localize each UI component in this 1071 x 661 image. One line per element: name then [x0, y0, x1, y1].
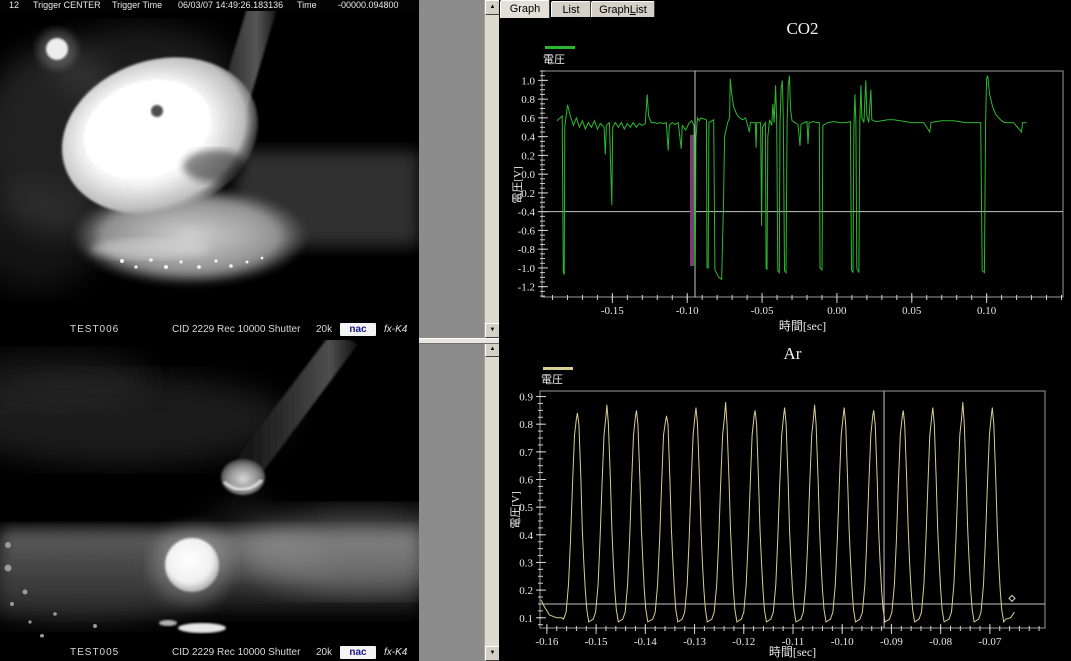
- svg-text:-0.10: -0.10: [676, 305, 699, 317]
- ar-plot[interactable]: -0.16 -0.15 -0.14 -0.13 -0.12 -0.11 -0.10 -0.09…: [499, 340, 1071, 661]
- time-label: Time: [297, 0, 317, 11]
- tab-graphlist-label: Graph: [599, 4, 630, 16]
- svg-text:-0.07: -0.07: [978, 636, 1001, 648]
- svg-text:0.6: 0.6: [521, 113, 535, 125]
- splitter-gutter: ▲ ▼ ▲ ▼: [419, 0, 499, 661]
- svg-text:-0.12: -0.12: [732, 636, 755, 648]
- frame-number: 12: [9, 0, 19, 11]
- video-status-bar-bottom: TEST005 CID 2229 Rec 10000 Shutter 20k n…: [0, 645, 419, 661]
- svg-text:-1.2: -1.2: [518, 282, 535, 294]
- shutter-value: 20k: [316, 322, 332, 337]
- test-id: TEST006: [70, 322, 119, 337]
- svg-text:0.4: 0.4: [521, 132, 535, 144]
- scrollbar-bottom[interactable]: ▲ ▼: [484, 342, 499, 661]
- svg-text:0.7: 0.7: [519, 447, 533, 459]
- nac-logo: nac: [340, 323, 376, 336]
- welding-video-frame-top: [0, 11, 419, 322]
- camera-model: fx-K4: [384, 322, 407, 337]
- tab-graph-label: Graph: [510, 3, 541, 15]
- recording-info: CID 2229 Rec 10000 Shutter: [172, 645, 300, 660]
- test-id: TEST005: [70, 645, 119, 660]
- tab-graphlist[interactable]: GraphList: [591, 1, 655, 18]
- svg-text:0.9: 0.9: [519, 392, 533, 404]
- panel-divider[interactable]: [419, 338, 499, 344]
- svg-text:-0.15: -0.15: [601, 305, 624, 317]
- scroll-down-button[interactable]: ▼: [485, 646, 500, 661]
- svg-text:-0.09: -0.09: [880, 636, 903, 648]
- svg-text:-0.2: -0.2: [518, 188, 535, 200]
- trigger-time-value: 06/03/07 14:49:26.183136: [178, 0, 283, 11]
- svg-text:0.4: 0.4: [519, 530, 533, 542]
- tab-graph[interactable]: Graph: [500, 0, 550, 18]
- scrollbar-top[interactable]: ▲ ▼: [484, 0, 499, 338]
- video-status-bar-top: TEST006 CID 2229 Rec 10000 Shutter 20k n…: [0, 322, 419, 340]
- ar-chart-panel: Ar 電圧 電圧[V] 時間[sec] -0.16-0.15-0.14-0.13…: [499, 340, 1071, 661]
- scroll-up-button[interactable]: ▲: [485, 342, 500, 357]
- svg-text:-0.08: -0.08: [929, 636, 952, 648]
- svg-text:-0.05: -0.05: [751, 305, 774, 317]
- svg-text:-0.16: -0.16: [535, 636, 558, 648]
- svg-text:0.2: 0.2: [519, 585, 533, 597]
- chart-area: CO2 電圧 電圧[V] 時間[sec] -0.15-0.10-0.050.00…: [499, 17, 1071, 661]
- scroll-up-icon: ▲: [490, 4, 496, 10]
- scroll-up-button[interactable]: ▲: [485, 0, 500, 15]
- svg-text:0.5: 0.5: [519, 502, 533, 514]
- svg-text:0.0: 0.0: [521, 169, 535, 181]
- svg-text:-0.6: -0.6: [518, 225, 536, 237]
- svg-text:0.00: 0.00: [827, 305, 847, 317]
- svg-text:-0.13: -0.13: [683, 636, 706, 648]
- svg-text:-0.10: -0.10: [831, 636, 854, 648]
- co2-chart-panel: CO2 電圧 電圧[V] 時間[sec] -0.15-0.10-0.050.00…: [499, 17, 1071, 340]
- svg-text:0.05: 0.05: [902, 305, 922, 317]
- scroll-down-icon: ▼: [490, 650, 496, 656]
- welding-video-frame-bottom: [0, 340, 419, 645]
- svg-text:0.8: 0.8: [519, 419, 533, 431]
- trigger-time-label: Trigger Time: [112, 0, 162, 11]
- trigger-mode: Trigger CENTER: [33, 0, 101, 11]
- svg-text:0.3: 0.3: [519, 557, 533, 569]
- video-overlay-bar: 12 Trigger CENTER Trigger Time 06/03/07 …: [0, 0, 419, 11]
- svg-text:0.2: 0.2: [521, 150, 535, 162]
- scroll-up-icon: ▲: [490, 346, 496, 352]
- camera-model: fx-K4: [384, 645, 407, 660]
- shutter-value: 20k: [316, 645, 332, 660]
- tab-list[interactable]: List: [551, 1, 591, 18]
- scroll-down-icon: ▼: [490, 327, 496, 333]
- svg-text:0.8: 0.8: [521, 94, 535, 106]
- app-window: 12 Trigger CENTER Trigger Time 06/03/07 …: [0, 0, 1071, 661]
- co2-plot[interactable]: -0.15 -0.10 -0.05 0.00 0.05 0.10 1.0 0.8 0.6 0.4 0…: [499, 17, 1071, 340]
- svg-text:-0.11: -0.11: [782, 636, 805, 648]
- svg-text:-0.4: -0.4: [518, 207, 536, 219]
- svg-text:-1.0: -1.0: [518, 263, 536, 275]
- svg-text:-0.8: -0.8: [518, 244, 536, 256]
- video-panel-top: 12 Trigger CENTER Trigger Time 06/03/07 …: [0, 0, 419, 340]
- tab-list-label: List: [562, 4, 579, 16]
- video-panel-bottom: TEST005 CID 2229 Rec 10000 Shutter 20k n…: [0, 340, 419, 661]
- svg-text:-0.14: -0.14: [634, 636, 657, 648]
- svg-text:-0.15: -0.15: [585, 636, 608, 648]
- nac-logo: nac: [340, 646, 376, 659]
- tab-bar: Graph List GraphList: [499, 0, 1071, 17]
- svg-text:0.10: 0.10: [977, 305, 997, 317]
- recording-info: CID 2229 Rec 10000 Shutter: [172, 322, 300, 337]
- time-value: -00000.094800: [338, 0, 399, 11]
- svg-text:0.1: 0.1: [519, 613, 533, 625]
- svg-text:0.6: 0.6: [519, 474, 533, 486]
- svg-text:1.0: 1.0: [521, 75, 535, 87]
- scroll-down-button[interactable]: ▼: [485, 323, 500, 338]
